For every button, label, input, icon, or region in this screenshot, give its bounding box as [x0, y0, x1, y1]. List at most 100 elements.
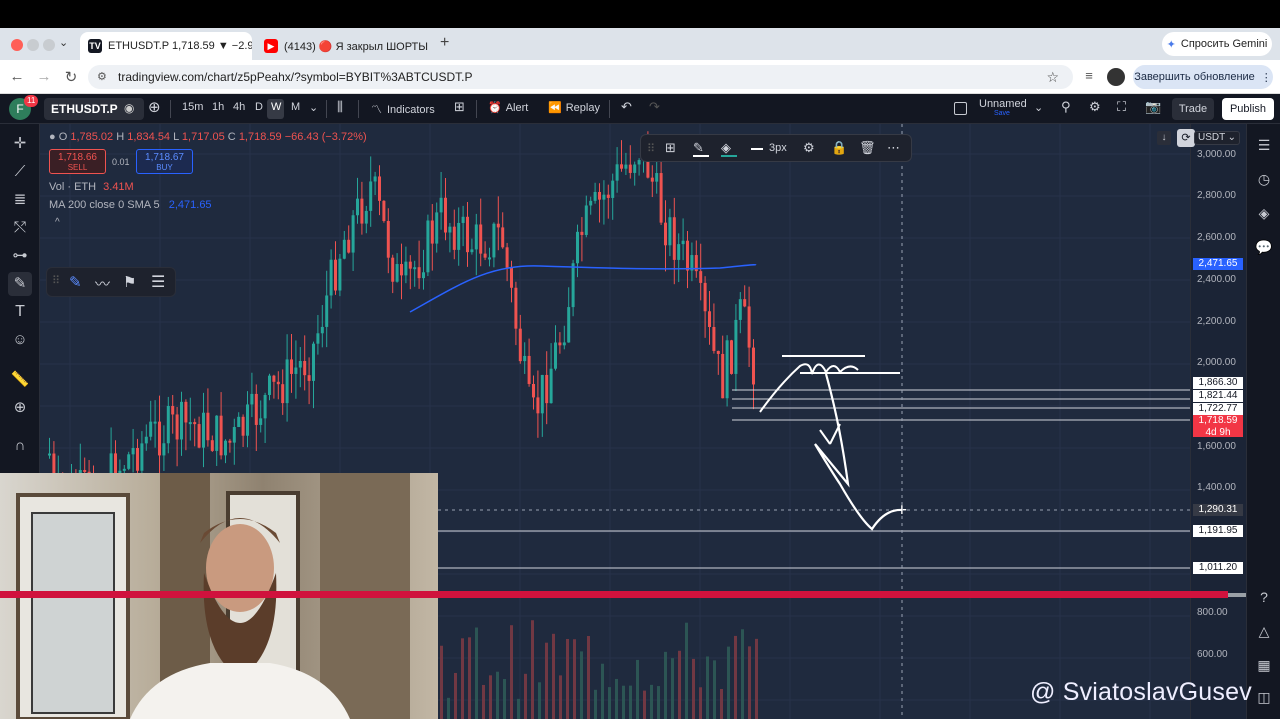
drag-handle-icon[interactable]: ⠿: [647, 142, 655, 155]
price-scale[interactable]: ↓ ⟳ USDT ⌄ 3,000.00 2,800.00 2,600.00 2,4…: [1157, 124, 1246, 719]
reload-icon[interactable]: ↻: [62, 68, 80, 86]
layout-templates-icon[interactable]: ⊞: [454, 99, 465, 115]
new-tab-button[interactable]: +: [440, 34, 449, 52]
drawing-toolbar: ✛ ⟋ ≣ ⤲ ⊶ ✎ T ☺ 📏 ⊕ ∩: [0, 124, 40, 474]
path-tool-icon[interactable]: 〰: [95, 273, 110, 294]
fib-lines-icon[interactable]: ≣: [8, 188, 32, 212]
volume-bar: [685, 622, 688, 719]
interval-4h[interactable]: 4h: [233, 101, 245, 113]
candle-body: [576, 231, 579, 264]
ask-gemini-button[interactable]: ✦ Спросить Gemini: [1162, 32, 1272, 56]
quick-search-icon[interactable]: ⚲: [1061, 99, 1071, 115]
text-tool-icon[interactable]: T: [8, 300, 32, 324]
scroll-to-latest-icon[interactable]: ↓: [1157, 131, 1171, 145]
interval-15m[interactable]: 15m: [182, 101, 203, 113]
layout-chevron-icon[interactable]: ⌄: [1034, 101, 1043, 114]
fill-color-icon[interactable]: ◈: [721, 140, 731, 156]
lines-menu-icon[interactable]: ☰: [151, 272, 165, 292]
brush-icon[interactable]: ✎: [8, 272, 32, 296]
publish-button[interactable]: Publish: [1222, 98, 1274, 120]
volume-bar: [615, 678, 618, 719]
emoji-icon[interactable]: ☺: [8, 328, 32, 352]
magnet-icon[interactable]: ∩: [8, 434, 32, 458]
line-color-icon[interactable]: ✎: [693, 140, 704, 156]
camera-snapshot-icon[interactable]: 📷: [1145, 99, 1161, 115]
level-tag: 1,191.95: [1193, 525, 1243, 537]
lock-icon[interactable]: 🔒: [831, 140, 847, 156]
zoom-in-icon[interactable]: ⊕: [8, 396, 32, 420]
window-close-button[interactable]: [11, 39, 23, 51]
layers-icon[interactable]: ◈: [1253, 202, 1275, 224]
auto-scale-icon[interactable]: ⟳: [1177, 129, 1195, 147]
sell-button[interactable]: 1,718.66 SELL: [49, 149, 106, 174]
interval-d[interactable]: D: [255, 101, 263, 113]
prediction-icon[interactable]: ⊶: [8, 244, 32, 268]
tab-close-icon[interactable]: ✕: [428, 39, 432, 53]
interval-m[interactable]: M: [291, 101, 300, 113]
interval-dropdown-chevron-icon[interactable]: ⌄: [309, 101, 318, 114]
window-minimize-button[interactable]: [27, 39, 39, 51]
bookmark-star-icon[interactable]: ☆: [1046, 65, 1059, 89]
candle-body: [514, 287, 518, 329]
back-arrow-icon[interactable]: ←: [8, 68, 26, 85]
ruler-icon[interactable]: 📏: [8, 368, 32, 392]
alert-button[interactable]: ⏰ Alert: [488, 101, 528, 114]
tab-youtube[interactable]: ▶ (4143) 🔴 Я закрыл ШОРТЫ ✕: [256, 32, 432, 60]
window-zoom-button[interactable]: [43, 39, 55, 51]
notifications-icon[interactable]: ◫: [1253, 686, 1275, 708]
more-options-icon[interactable]: ⋯: [887, 140, 900, 156]
brush-tool-icon[interactable]: ✎: [69, 273, 82, 291]
flag-mark-icon[interactable]: ⚑: [123, 273, 136, 291]
redo-icon[interactable]: ↷: [649, 99, 660, 115]
replay-button[interactable]: ⏪ Replay: [548, 101, 600, 114]
drawing-settings-icon[interactable]: ⚙: [803, 140, 815, 156]
interval-1h[interactable]: 1h: [212, 101, 224, 113]
candles-chart-type-icon[interactable]: ⫼: [337, 99, 343, 115]
drag-handle-icon[interactable]: ⠿: [52, 274, 60, 287]
candle-body: [708, 311, 711, 328]
compare-add-icon[interactable]: ⊕: [148, 98, 161, 116]
crosshair-icon[interactable]: ✛: [8, 132, 32, 156]
settings-gear-icon[interactable]: ⚙: [1089, 99, 1101, 115]
layout-name[interactable]: Unnamed: [979, 98, 1027, 110]
finish-update-button[interactable]: Завершить обновление ⋮: [1133, 65, 1273, 89]
undo-icon[interactable]: ↶: [621, 99, 632, 115]
alerts-clock-icon[interactable]: ◷: [1253, 168, 1275, 190]
tab-tradingview[interactable]: TV ETHUSDT.P 1,718.59 ▼ −2.9 ✕: [80, 32, 252, 60]
volume-bar: [601, 663, 604, 719]
candle-body: [474, 224, 478, 250]
profile-avatar[interactable]: [1107, 68, 1125, 86]
eye-icon[interactable]: ◉: [124, 101, 134, 115]
trend-line-icon[interactable]: ⟋: [8, 160, 32, 184]
layout-icon[interactable]: [954, 102, 967, 115]
legend-collapse-icon[interactable]: ^: [55, 217, 60, 228]
candle-body: [259, 418, 263, 425]
url-bar[interactable]: ⚙ tradingview.com/chart/z5pPeahx/?symbol…: [88, 65, 1073, 89]
calendar-icon[interactable]: ▦: [1253, 654, 1275, 676]
site-settings-icon[interactable]: ⚙: [97, 65, 107, 89]
line-width-value[interactable]: 3px: [769, 142, 787, 154]
currency-selector[interactable]: USDT ⌄: [1194, 131, 1240, 145]
trash-icon[interactable]: 🗑: [859, 140, 876, 156]
ideas-icon[interactable]: △: [1253, 620, 1275, 642]
trade-button[interactable]: Trade: [1172, 98, 1214, 120]
forward-arrow-icon[interactable]: →: [35, 68, 53, 85]
layout-save-hint: Save: [994, 110, 1010, 117]
interval-w[interactable]: W: [271, 101, 281, 113]
chat-icon[interactable]: 💬: [1253, 236, 1275, 258]
candle-body: [510, 267, 513, 288]
tab-list-chevron-icon[interactable]: ⌄: [59, 36, 68, 49]
fullscreen-icon[interactable]: ⛶: [1117, 99, 1126, 115]
media-controls-icon[interactable]: ≡: [1080, 68, 1098, 83]
indicators-button[interactable]: 〽 Indicators: [371, 101, 435, 117]
watchlist-icon[interactable]: ☰: [1253, 134, 1275, 156]
volume-bar: [517, 698, 520, 719]
pattern-icon[interactable]: ⤲: [8, 216, 32, 240]
price-label: 3,000.00: [1197, 149, 1236, 160]
symbol-search[interactable]: ETHUSDT.P ◉: [44, 98, 144, 120]
buy-button[interactable]: 1,718.67 BUY: [136, 149, 193, 174]
template-icon[interactable]: ⊞: [665, 140, 676, 156]
volume-bar: [573, 639, 576, 719]
help-icon[interactable]: ?: [1253, 586, 1275, 608]
candle-body: [175, 414, 179, 440]
